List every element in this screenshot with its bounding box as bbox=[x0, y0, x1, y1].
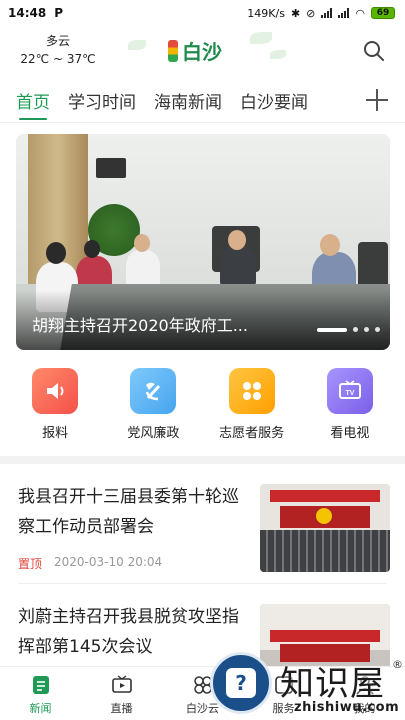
banner-photo-tv bbox=[96, 158, 126, 178]
banner-caption[interactable]: 胡翔主持召开2020年政府工... bbox=[32, 312, 302, 336]
thumbnail-banner bbox=[270, 630, 380, 642]
quick-entry-label: 党风廉政 bbox=[127, 426, 180, 441]
news-divider bbox=[18, 583, 387, 584]
signal-icon-2 bbox=[338, 8, 350, 18]
thumbnail-emblem bbox=[316, 508, 332, 524]
quick-entry-watch-tv[interactable]: TV 看电视 bbox=[305, 368, 395, 448]
quick-entry-label: 报料 bbox=[42, 426, 69, 441]
news-icon bbox=[32, 676, 49, 694]
speaker-icon bbox=[32, 368, 79, 414]
banner-photo-person-head bbox=[320, 234, 340, 256]
banner-photo-person-head bbox=[84, 240, 100, 258]
quick-entry-report[interactable]: 报料 bbox=[10, 368, 100, 448]
status-bar: 14:48 P 149K/s ✱ ⊘ ◠ 69 bbox=[0, 0, 405, 26]
banner-photo-person-head bbox=[228, 230, 246, 250]
battery-icon: 69 bbox=[371, 7, 395, 19]
weather-widget[interactable]: 多云 22℃ ~ 37℃ bbox=[18, 32, 98, 68]
quick-entry-volunteer-service[interactable]: 志愿者服务 bbox=[207, 368, 297, 448]
thumbnail-banner bbox=[270, 490, 380, 502]
quick-entry-party-integrity[interactable]: 党风廉政 bbox=[108, 368, 198, 448]
app-header: 多云 22℃ ~ 37℃ 白沙 bbox=[0, 26, 405, 78]
news-item[interactable]: 我县召开十三届县委第十轮巡察工作动员部署会 置顶 2020-03-10 20:0… bbox=[0, 466, 405, 584]
news-thumbnail[interactable] bbox=[260, 484, 390, 572]
nav-label: 新闻 bbox=[29, 702, 52, 715]
app-logo: 白沙 bbox=[168, 36, 222, 65]
party-emblem-icon bbox=[130, 368, 177, 414]
bluetooth-icon: ✱ bbox=[290, 6, 301, 20]
quick-entry-label: 志愿者服务 bbox=[219, 426, 285, 441]
banner-photo-person bbox=[220, 246, 256, 286]
news-title[interactable]: 我县召开十三届县委第十轮巡察工作动员部署会 bbox=[18, 482, 240, 542]
thumbnail-audience bbox=[260, 530, 390, 572]
news-title[interactable]: 刘蔚主持召开我县脱贫攻坚指挥部第145次会议 bbox=[18, 602, 240, 662]
tv-icon: TV bbox=[326, 368, 373, 414]
leaf-decoration bbox=[250, 32, 272, 44]
plus-icon bbox=[366, 89, 388, 111]
leaf-decoration bbox=[128, 40, 146, 50]
logo-mark-icon bbox=[168, 39, 178, 62]
temperature-range: 22℃ ~ 37℃ bbox=[20, 52, 96, 66]
watermark-logo-icon: ? bbox=[210, 652, 272, 714]
status-time: 14:48 bbox=[8, 6, 47, 20]
news-meta: 置顶 2020-03-10 20:04 bbox=[18, 555, 162, 572]
nav-label: 直播 bbox=[110, 702, 133, 715]
net-speed: 149K/s bbox=[247, 6, 285, 20]
quick-entry-grid: 报料 党风廉政 志愿者服务 TV 看电视 bbox=[0, 368, 405, 448]
tabs-fade bbox=[335, 82, 355, 118]
pinned-tag: 置顶 bbox=[18, 557, 43, 571]
mute-icon: ⊘ bbox=[306, 6, 316, 20]
wifi-icon: ◠ bbox=[355, 6, 365, 20]
svg-text:TV: TV bbox=[345, 390, 354, 397]
banner-photo-person-head bbox=[46, 242, 66, 264]
tab-home[interactable]: 首页 bbox=[16, 88, 50, 120]
carousel-dot-active[interactable] bbox=[317, 327, 347, 332]
quick-entry-label: 看电视 bbox=[330, 426, 370, 441]
logo-text: 白沙 bbox=[182, 40, 222, 64]
clover-icon bbox=[228, 368, 275, 414]
carousel-indicator bbox=[317, 327, 380, 332]
news-time: 2020-03-10 20:04 bbox=[54, 555, 163, 569]
nav-live[interactable]: 直播 bbox=[81, 667, 162, 720]
carrier-badge: P bbox=[54, 6, 63, 20]
weather-condition: 多云 bbox=[45, 34, 70, 48]
leaf-decoration bbox=[270, 50, 286, 59]
carousel-dot[interactable] bbox=[353, 327, 358, 332]
banner-carousel[interactable]: 胡翔主持召开2020年政府工... bbox=[16, 134, 390, 350]
signal-icon bbox=[321, 8, 333, 18]
search-button[interactable] bbox=[361, 38, 387, 64]
nav-news[interactable]: 新闻 bbox=[0, 667, 81, 720]
tab-study-time[interactable]: 学习时间 bbox=[68, 88, 136, 113]
category-tabs: 首页 学习时间 海南新闻 白沙要闻 bbox=[0, 82, 405, 120]
watermark-text-cn: 知识屋 bbox=[280, 664, 385, 704]
add-tab-button[interactable] bbox=[363, 86, 391, 114]
carousel-dot[interactable] bbox=[375, 327, 380, 332]
live-tv-icon bbox=[111, 675, 132, 693]
section-divider bbox=[0, 456, 405, 464]
carousel-dot[interactable] bbox=[364, 327, 369, 332]
site-watermark: ? 知识屋 zhishiwu.com ® bbox=[208, 650, 405, 720]
question-mark-icon: ? bbox=[226, 668, 256, 698]
watermark-text-en: zhishiwu.com bbox=[294, 700, 400, 715]
tab-hainan-news[interactable]: 海南新闻 bbox=[154, 88, 222, 113]
banner-photo-person-head bbox=[134, 234, 150, 252]
tab-divider bbox=[0, 122, 405, 123]
tab-baisha-news[interactable]: 白沙要闻 bbox=[240, 88, 308, 113]
search-icon bbox=[364, 41, 384, 61]
registered-mark: ® bbox=[392, 658, 403, 671]
